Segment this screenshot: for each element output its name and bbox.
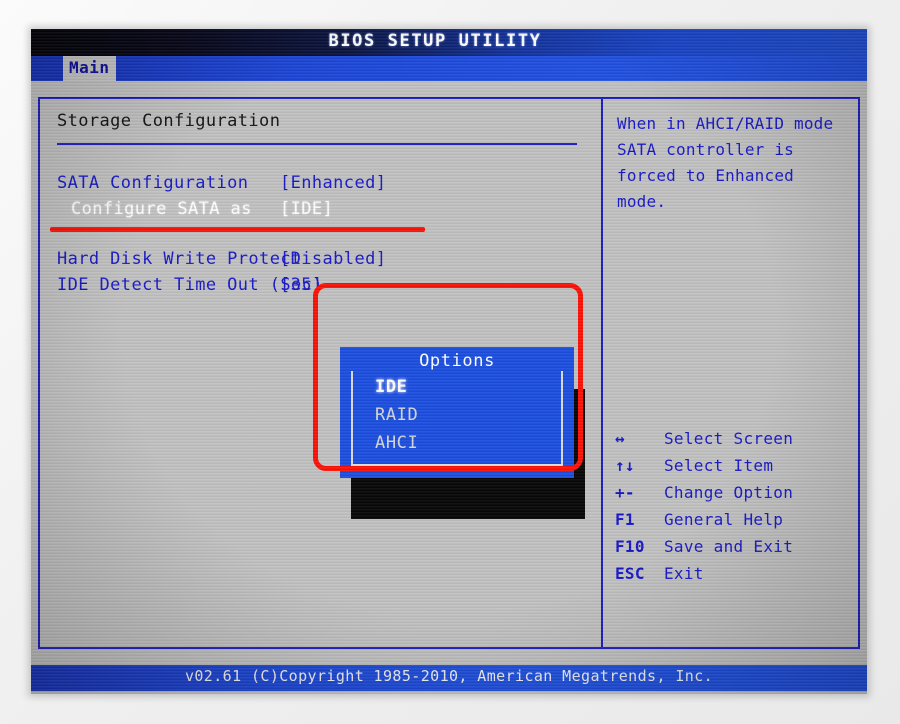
key-legend-row-exit: ESC Exit xyxy=(615,564,855,591)
setting-value[interactable]: [Disabled] xyxy=(280,249,386,269)
setting-row-configure-sata-as[interactable]: Configure SATA as [IDE] xyxy=(57,199,587,223)
annotation-box-options-dialog xyxy=(313,283,583,471)
key-legend-row-save-and-exit: F10 Save and Exit xyxy=(615,537,855,564)
key-legend-label: Exit xyxy=(664,564,704,583)
help-text: When in AHCI/RAID mode SATA controller i… xyxy=(617,114,834,211)
up-down-arrow-icon: ↑↓ xyxy=(615,456,635,475)
setting-label: Configure SATA as xyxy=(71,199,252,219)
key-legend-row-general-help: F1 General Help xyxy=(615,510,855,537)
page-title: BIOS SETUP UTILITY xyxy=(328,31,542,51)
section-title: Storage Configuration xyxy=(57,111,281,131)
esc-key-icon: ESC xyxy=(615,564,645,583)
title-bar: BIOS SETUP UTILITY xyxy=(31,29,867,56)
photo-background: BIOS SETUP UTILITY Main Storage Configur… xyxy=(0,0,900,724)
key-legend-label: Select Screen xyxy=(664,429,794,448)
setting-row-sata-configuration[interactable]: SATA Configuration [Enhanced] xyxy=(57,173,587,197)
copyright-text: v02.61 (C)Copyright 1985-2010, American … xyxy=(184,667,714,685)
annotation-underline-configure-sata xyxy=(50,227,425,232)
tab-main[interactable]: Main xyxy=(63,56,116,81)
f1-key-icon: F1 xyxy=(615,510,635,529)
key-legend-label: Select Item xyxy=(664,456,774,475)
setting-value[interactable]: [Enhanced] xyxy=(280,173,386,193)
key-legend: ↔ Select Screen ↑↓ Select Item +- Change… xyxy=(615,429,855,591)
key-legend-row-change-option: +- Change Option xyxy=(615,483,855,510)
left-right-arrow-icon: ↔ xyxy=(615,429,625,448)
key-legend-row-select-item: ↑↓ Select Item xyxy=(615,456,855,483)
setting-value[interactable]: [IDE] xyxy=(280,199,333,219)
key-legend-label: Save and Exit xyxy=(664,537,794,556)
section-divider xyxy=(57,143,577,145)
footer: v02.61 (C)Copyright 1985-2010, American … xyxy=(31,661,867,694)
menu-bar: Main xyxy=(31,56,867,81)
plus-minus-icon: +- xyxy=(615,483,635,502)
f10-key-icon: F10 xyxy=(615,537,645,556)
key-legend-label: Change Option xyxy=(664,483,794,502)
key-legend-row-select-screen: ↔ Select Screen xyxy=(615,429,855,456)
setting-label: Hard Disk Write Protect xyxy=(57,249,302,269)
bios-screen: BIOS SETUP UTILITY Main Storage Configur… xyxy=(31,29,867,694)
setting-label: SATA Configuration xyxy=(57,173,249,193)
footer-bar: v02.61 (C)Copyright 1985-2010, American … xyxy=(31,665,867,691)
setting-row-hard-disk-write-protect[interactable]: Hard Disk Write Protect [Disabled] xyxy=(57,249,587,273)
key-legend-label: General Help xyxy=(664,510,784,529)
help-column: When in AHCI/RAID mode SATA controller i… xyxy=(603,99,860,647)
